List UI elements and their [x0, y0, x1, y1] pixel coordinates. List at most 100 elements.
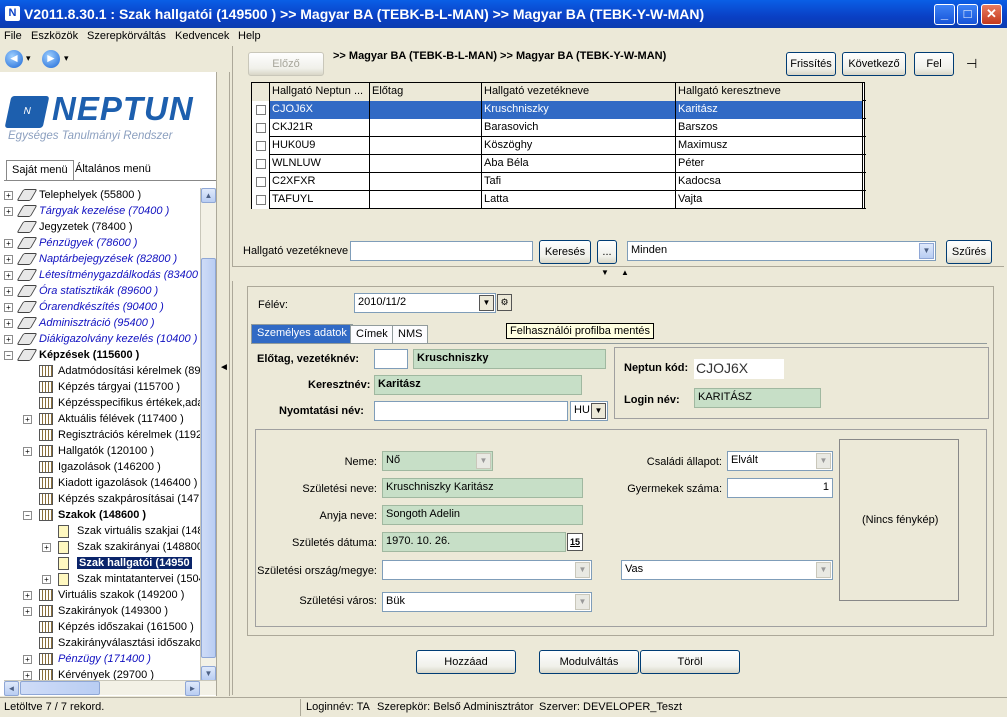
tab-addresses[interactable]: Címek	[350, 325, 394, 344]
tree-vertical-scrollbar[interactable]: ▲ ▼	[200, 188, 216, 682]
tab-general-menu[interactable]: Általános menü	[70, 160, 156, 180]
printname-input[interactable]	[374, 401, 568, 421]
search-input[interactable]	[350, 241, 533, 261]
row-checkbox[interactable]	[256, 141, 266, 151]
expand-icon[interactable]: +	[42, 575, 51, 584]
ellipsis-button[interactable]: ...	[597, 240, 617, 264]
expand-down-icon[interactable]: ▼	[601, 268, 609, 277]
collapse-icon[interactable]: −	[4, 351, 13, 360]
collapse-up-icon[interactable]: ▲	[621, 268, 629, 277]
save-profile-icon[interactable]: ⚙	[497, 294, 512, 311]
filter-button[interactable]: Szűrés	[946, 240, 992, 264]
search-button[interactable]: Keresés	[539, 240, 591, 264]
tree-horizontal-scrollbar[interactable]: ◄ ►	[4, 680, 216, 696]
birth-country-chevron-down-icon[interactable]: ▼	[575, 562, 590, 578]
row-checkbox[interactable]	[256, 177, 266, 187]
row-checkbox[interactable]	[256, 195, 266, 205]
county-chevron-down-icon[interactable]: ▼	[816, 562, 831, 578]
expand-icon[interactable]: +	[23, 671, 32, 680]
semester-select[interactable]: 2010/11/2 ▼	[354, 293, 496, 313]
table-row[interactable]: TAFUYL Latta Vajta	[252, 191, 866, 209]
mother-name-input[interactable]: Songoth Adelin	[382, 505, 583, 525]
birth-city-chevron-down-icon[interactable]: ▼	[575, 594, 590, 610]
birthdate-input[interactable]: 1970. 10. 26.	[382, 532, 566, 552]
table-row[interactable]: WLNLUW Aba Béla Péter	[252, 155, 866, 173]
collapse-left-icon[interactable]: ◄	[219, 362, 229, 373]
prefix-input[interactable]	[374, 349, 408, 369]
scroll-right-icon[interactable]: ►	[185, 681, 200, 696]
refresh-button[interactable]: Frissítés	[786, 52, 836, 76]
forward-arrow-icon[interactable]: ►	[42, 50, 60, 68]
collapse-icon[interactable]: −	[23, 511, 32, 520]
expand-icon[interactable]: +	[4, 239, 13, 248]
birth-country-select[interactable]: ▼	[382, 560, 592, 580]
expand-icon[interactable]: +	[23, 607, 32, 616]
semester-chevron-down-icon[interactable]: ▼	[479, 295, 494, 311]
marital-status-select[interactable]: Elvált ▼	[727, 451, 833, 471]
delete-button[interactable]: Töröl	[640, 650, 740, 674]
module-switch-button[interactable]: Modulváltás	[539, 650, 639, 674]
table-row[interactable]: C2XFXR Tafi Kadocsa	[252, 173, 866, 191]
close-button[interactable]: ✕	[981, 4, 1002, 25]
back-dropdown-icon[interactable]: ▾	[26, 53, 31, 64]
firstname-input[interactable]: Karitász	[374, 375, 582, 395]
column-header[interactable]: Hallgató vezetékneve	[482, 83, 676, 101]
children-count-input[interactable]: 1	[727, 478, 833, 498]
expand-icon[interactable]: +	[23, 447, 32, 456]
expand-icon[interactable]: +	[4, 319, 13, 328]
column-header[interactable]: Hallgató keresztneve	[676, 83, 863, 101]
prev-button[interactable]: Előző	[248, 52, 324, 76]
table-row[interactable]: HUK0U9 Köszöghy Maximusz	[252, 137, 866, 155]
scroll-left-icon[interactable]: ◄	[4, 681, 19, 696]
expand-icon[interactable]: +	[4, 335, 13, 344]
back-arrow-icon[interactable]: ◄	[5, 50, 23, 68]
menu-favorites[interactable]: Kedvencek	[175, 30, 229, 42]
county-select[interactable]: Vas ▼	[621, 560, 833, 580]
expand-icon[interactable]: +	[4, 191, 13, 200]
expand-icon[interactable]: +	[4, 255, 13, 264]
row-checkbox[interactable]	[256, 105, 266, 115]
column-header[interactable]: Hallgató Neptun ...	[270, 83, 370, 101]
menu-help[interactable]: Help	[238, 30, 261, 42]
gender-chevron-down-icon[interactable]: ▼	[476, 453, 491, 469]
language-chevron-down-icon[interactable]: ▼	[591, 403, 606, 419]
expand-icon[interactable]: +	[23, 655, 32, 664]
pane-splitter[interactable]: ◄	[216, 72, 230, 696]
students-grid[interactable]: Hallgató Neptun ... Előtag Hallgató vezeté…	[251, 82, 866, 209]
scroll-down-icon[interactable]: ▼	[201, 666, 216, 681]
scroll-up-icon[interactable]: ▲	[201, 188, 216, 203]
expand-icon[interactable]: +	[23, 415, 32, 424]
birthname-input[interactable]: Kruschniszky Karitász	[382, 478, 583, 498]
expand-icon[interactable]: +	[42, 543, 51, 552]
surname-input[interactable]: Kruschniszky	[413, 349, 606, 369]
next-button[interactable]: Következő	[842, 52, 906, 76]
menu-role-switch[interactable]: Szerepkörváltás	[87, 30, 166, 42]
menu-tools[interactable]: Eszközök	[31, 30, 78, 42]
marital-chevron-down-icon[interactable]: ▼	[816, 453, 831, 469]
menu-file[interactable]: File	[4, 30, 22, 42]
tab-own-menu[interactable]: Saját menü	[6, 160, 74, 180]
gender-select[interactable]: Nő ▼	[382, 451, 493, 471]
calendar-icon[interactable]: 15	[567, 533, 583, 551]
filter-select[interactable]: Minden ▼	[627, 241, 936, 261]
table-row[interactable]: CJOJ6X Kruschniszky Karitász	[252, 101, 866, 119]
expand-icon[interactable]: +	[4, 303, 13, 312]
add-button[interactable]: Hozzáad	[416, 650, 516, 674]
pin-icon[interactable]: ⊣	[966, 56, 977, 72]
expand-icon[interactable]: +	[4, 207, 13, 216]
expand-icon[interactable]: +	[23, 591, 32, 600]
scroll-thumb[interactable]	[201, 258, 216, 658]
window-title-bar[interactable]: N V2011.8.30.1 : Szak hallgatói (149500 …	[0, 0, 1007, 28]
expand-icon[interactable]: +	[4, 271, 13, 280]
column-header[interactable]: Előtag	[370, 83, 482, 101]
row-checkbox[interactable]	[256, 159, 266, 169]
table-row[interactable]: CKJ21R Barasovich Barszos	[252, 119, 866, 137]
chevron-down-icon[interactable]: ▼	[919, 243, 934, 259]
minimize-button[interactable]: _	[934, 4, 955, 25]
birth-city-select[interactable]: Bük ▼	[382, 592, 592, 612]
hscroll-thumb[interactable]	[20, 681, 100, 695]
forward-dropdown-icon[interactable]: ▾	[64, 53, 69, 64]
maximize-button[interactable]: □	[957, 4, 978, 25]
language-select[interactable]: HU ▼	[570, 401, 608, 421]
tab-personal-data[interactable]: Személyes adatok	[251, 324, 353, 343]
